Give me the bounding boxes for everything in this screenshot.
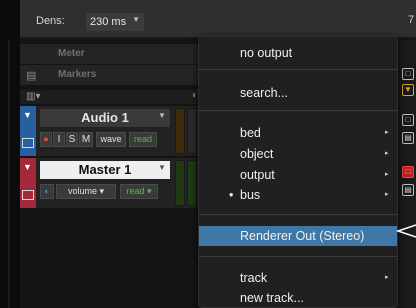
menu-separator [199,214,397,215]
chevron-right-icon: ▸ [385,191,389,198]
column-header-bar: ▥▾ ◐▾ [20,90,203,104]
density-value: 230 ms [90,16,127,28]
chevron-right-icon: ▸ [385,171,389,178]
menu-item-output[interactable]: output ▸ [199,165,397,185]
view-label: volume [67,186,97,196]
chevron-down-icon: ▼ [132,15,140,24]
panel-icon[interactable]: □ [402,166,414,178]
grid-icon[interactable]: ▥▾ [26,91,40,102]
panel-icon[interactable]: □ [402,68,414,80]
menu-item-renderer-out[interactable]: Renderer Out (Stereo) [199,226,397,246]
menu-item-object[interactable]: object ▸ [199,144,397,164]
track-type-icon [22,138,34,148]
markers-row[interactable]: ▤ Markers [20,65,200,85]
chevron-down-icon[interactable]: ▼ [158,163,172,177]
menu-item-label: output [240,168,275,182]
app-window: Dens: 230 ms ▼ 7 Meter ▤ Markers ▥▾ ◐▾ ▼… [0,0,416,308]
markers-label: Markers [58,69,97,80]
menu-item-label: search... [240,86,288,100]
meter-label: Meter [58,48,85,59]
toolbar-right-fragment: 7 [408,14,415,26]
menu-item-new-track[interactable]: new track... [199,288,397,308]
right-panel: □ ▼ □ ▤ □ ▤ [396,40,416,308]
density-label: Dens: [36,15,65,27]
menu-item-bed[interactable]: bed ▸ [199,123,397,143]
track-color-strip: ▼ [20,106,36,156]
panel-icon[interactable]: ▤ [402,132,414,144]
level-meter [175,108,185,154]
automation-mode-dropdown[interactable]: read ▾ [120,184,158,199]
density-dropdown[interactable]: 230 ms ▼ [86,13,144,31]
menu-item-label: new track... [240,291,304,305]
track-audio-1[interactable]: ▼ Audio 1 ▼ ● I S M wave read [20,106,200,156]
menu-item-label: bed [240,126,261,140]
automation-mode-dropdown[interactable]: read [129,132,157,147]
level-meter [187,108,197,154]
automation-label: read [126,186,145,196]
menu-item-bus[interactable]: • bus ▸ [199,185,397,205]
input-monitor-button[interactable]: I [53,132,65,147]
menu-separator [199,256,397,257]
panel-icon[interactable]: ▤ [402,184,414,196]
chevron-right-icon: ▸ [385,150,389,157]
menu-separator [199,110,397,111]
menu-item-label: track [240,271,268,285]
view-dropdown[interactable]: volume ▾ [56,184,116,199]
collapse-icon[interactable]: ▼ [23,162,32,172]
pointer-arrow-icon [395,224,416,238]
menu-item-label: bus [240,188,261,202]
output-menu: no output search... bed ▸ object ▸ outpu… [198,36,398,308]
menu-item-label: object [240,147,274,161]
record-arm-button[interactable]: ● [40,132,52,147]
info-icon[interactable]: ◐ [40,184,54,199]
left-strip [0,0,20,308]
menu-item-search[interactable]: search... [199,83,397,103]
mute-button[interactable]: M [79,132,93,147]
toolbar: Dens: 230 ms ▼ 7 [20,0,416,38]
view-dropdown[interactable]: wave [96,132,126,147]
chevron-right-icon: ▸ [385,274,389,281]
menu-item-no-output[interactable]: no output [199,43,397,63]
solo-button[interactable]: S [66,132,78,147]
meter-row[interactable]: Meter [20,44,200,64]
chevron-right-icon: ▸ [385,129,389,136]
chevron-down-icon[interactable]: ▼ [158,111,172,125]
track-name[interactable]: Master 1 [40,161,170,179]
menu-separator [199,69,397,70]
collapse-icon[interactable]: ▼ [23,110,32,120]
marker-icon[interactable]: ▼ [402,84,414,96]
selected-bullet-icon: • [229,188,234,202]
menu-item-track[interactable]: track ▸ [199,268,397,288]
level-meter [187,160,197,206]
menu-item-label: Renderer Out (Stereo) [240,229,365,243]
level-meter [175,160,185,206]
track-name[interactable]: Audio 1 [40,109,170,127]
track-color-strip: ▼ [20,158,36,208]
track-type-icon [22,190,34,200]
panel-icon[interactable]: □ [402,114,414,126]
divider [8,40,10,308]
menu-item-label: no output [240,46,293,60]
track-master-1[interactable]: ▼ Master 1 ▼ ◐ volume ▾ read ▾ [20,158,200,208]
markers-icon: ▤ [26,70,37,82]
